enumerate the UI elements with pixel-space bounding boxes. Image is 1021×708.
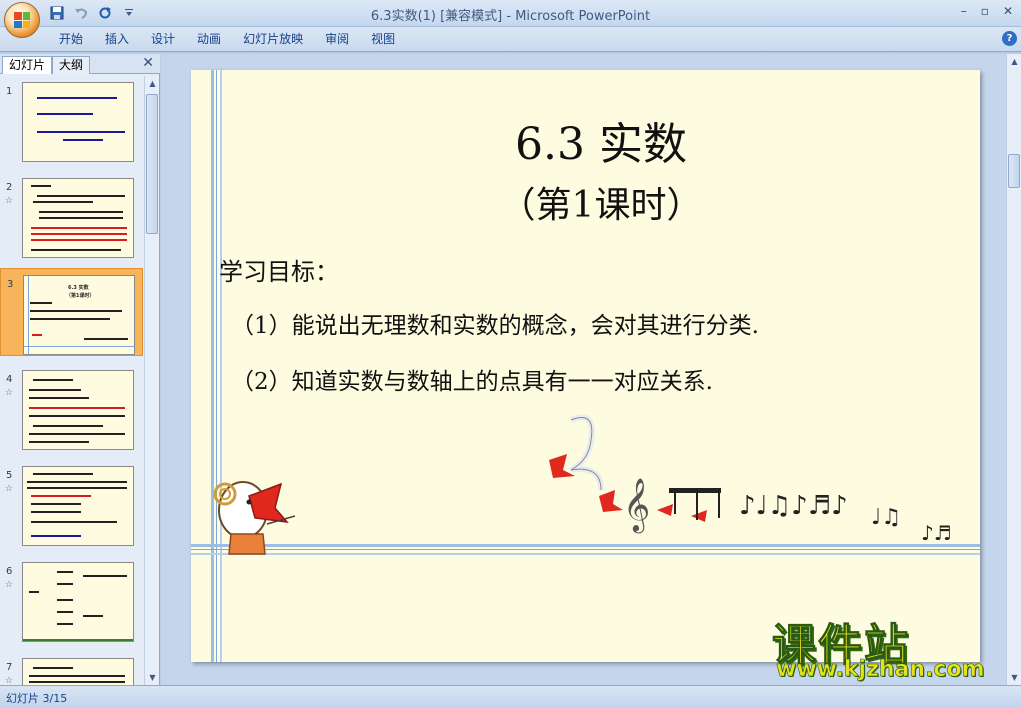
tab-insert[interactable]: 插入	[94, 31, 140, 48]
help-icon[interactable]: ?	[1002, 31, 1017, 46]
slide-thumbnail-5[interactable]: 5 ☆	[0, 460, 143, 548]
slide-canvas[interactable]: 6.3 实数 （第1课时） 学习目标： （1）能说出无理数和实数的概念，会对其进…	[191, 70, 980, 662]
thumb-subtitle: （第1课时）	[66, 293, 95, 299]
watermark-url: www.kjzhan.com	[776, 657, 985, 683]
slides-panel: 幻灯片 大纲 ✕ 1 2 ☆ 3 6.3 实数 （第1课时） 4 ☆ 5 ☆ 6…	[0, 54, 160, 685]
window-controls: – ▫ ✕	[961, 4, 1013, 18]
slide-scrollbar[interactable]: ▲ ▼	[1006, 54, 1021, 685]
frame-line	[220, 70, 222, 662]
frame-line	[211, 70, 214, 662]
animation-icon: ☆	[5, 484, 14, 494]
thumbnail-scrollbar[interactable]: ▲ ▼	[144, 76, 159, 685]
objective-item-1[interactable]: （1）能说出无理数和实数的概念，会对其进行分类.	[231, 306, 759, 340]
thumb-preview	[22, 370, 134, 450]
thumb-number: 7	[6, 662, 13, 673]
animation-icon: ☆	[5, 676, 14, 685]
svg-text:♩♫: ♩♫	[871, 505, 901, 530]
minimize-button[interactable]: –	[961, 4, 967, 18]
thumb-title: 6.3 实数	[68, 285, 89, 291]
thumb-number: 2	[6, 182, 13, 193]
slide-thumbnail-1[interactable]: 1	[0, 76, 143, 164]
scroll-up-icon[interactable]: ▲	[145, 76, 160, 91]
thumbnail-list: 1 2 ☆ 3 6.3 实数 （第1课时） 4 ☆ 5 ☆ 6 ☆ 7 ☆	[0, 76, 143, 685]
tab-slideshow[interactable]: 幻灯片放映	[232, 31, 314, 48]
slide-thumbnail-3[interactable]: 3 6.3 实数 （第1课时）	[0, 268, 143, 356]
scrollbar-thumb[interactable]	[1008, 154, 1020, 188]
tab-design[interactable]: 设计	[140, 31, 186, 48]
scroll-down-icon[interactable]: ▼	[145, 670, 160, 685]
svg-text:𝄞: 𝄞	[623, 477, 650, 533]
thumb-number: 4	[6, 374, 13, 385]
scrollbar-thumb[interactable]	[146, 94, 158, 234]
svg-text:♪♩♫♪♬♪: ♪♩♫♪♬♪	[739, 491, 848, 521]
slide-title[interactable]: 6.3 实数	[451, 120, 751, 170]
close-button[interactable]: ✕	[1003, 4, 1013, 18]
animation-icon: ☆	[5, 196, 14, 206]
animation-icon: ☆	[5, 388, 14, 398]
slide-thumbnail-6[interactable]: 6 ☆	[0, 556, 143, 644]
office-button[interactable]	[4, 2, 40, 38]
objectives-heading[interactable]: 学习目标：	[219, 252, 339, 287]
thumb-preview	[22, 658, 134, 685]
tab-home[interactable]: 开始	[48, 31, 94, 48]
thumb-preview	[22, 466, 134, 546]
scroll-up-icon[interactable]: ▲	[1007, 54, 1021, 69]
svg-text:♪♬: ♪♬	[921, 521, 952, 540]
tab-slides[interactable]: 幻灯片	[2, 56, 53, 74]
slide-thumbnail-7[interactable]: 7 ☆	[0, 652, 143, 685]
thumb-number: 6	[6, 566, 13, 577]
ribbon-tabs: 开始 插入 设计 动画 幻灯片放映 审阅 视图	[48, 31, 406, 48]
status-bar: 幻灯片 3/15	[0, 685, 1021, 708]
thumb-preview	[22, 82, 134, 162]
music-notes-icon: 𝄞 ♪♩♫♪♬♪ ♩♫ ♪♬	[549, 414, 952, 540]
office-logo-icon	[14, 12, 30, 28]
thumb-number: 3	[7, 279, 14, 290]
restore-button[interactable]: ▫	[981, 4, 989, 18]
slide-subtitle[interactable]: （第1课时）	[451, 184, 751, 228]
tab-outline[interactable]: 大纲	[52, 56, 91, 74]
animation-icon: ☆	[5, 580, 14, 590]
thumb-preview	[22, 178, 134, 258]
slide-counter: 幻灯片 3/15	[6, 692, 68, 705]
slide-thumbnail-4[interactable]: 4 ☆	[0, 364, 143, 452]
thumb-preview: 6.3 实数 （第1课时）	[23, 275, 135, 355]
thumb-number: 5	[6, 470, 13, 481]
cartoon-bird-icon	[213, 481, 296, 555]
frame-line	[216, 70, 217, 662]
title-bar: 6.3实数(1) [兼容模式] - Microsoft PowerPoint –…	[0, 0, 1021, 38]
watermark-logo: 课件站 www.kjzhan.com	[772, 609, 1012, 689]
objective-item-2[interactable]: （2）知道实数与数轴上的点具有一一对应关系.	[231, 362, 713, 396]
thumb-preview	[22, 562, 134, 642]
slide-thumbnail-2[interactable]: 2 ☆	[0, 172, 143, 260]
window-title: 6.3实数(1) [兼容模式] - Microsoft PowerPoint	[370, 9, 651, 24]
tab-review[interactable]: 审阅	[314, 31, 360, 48]
thumb-number: 1	[6, 86, 13, 97]
tab-view[interactable]: 视图	[360, 31, 406, 48]
close-panel-icon[interactable]: ✕	[142, 55, 154, 71]
tab-animations[interactable]: 动画	[186, 31, 232, 48]
slide-editor: 6.3 实数 （第1课时） 学习目标： （1）能说出无理数和实数的概念，会对其进…	[161, 54, 1006, 685]
panel-tabs: 幻灯片 大纲 ✕	[0, 54, 160, 74]
ribbon: 开始 插入 设计 动画 幻灯片放映 审阅 视图 ?	[0, 27, 1021, 52]
